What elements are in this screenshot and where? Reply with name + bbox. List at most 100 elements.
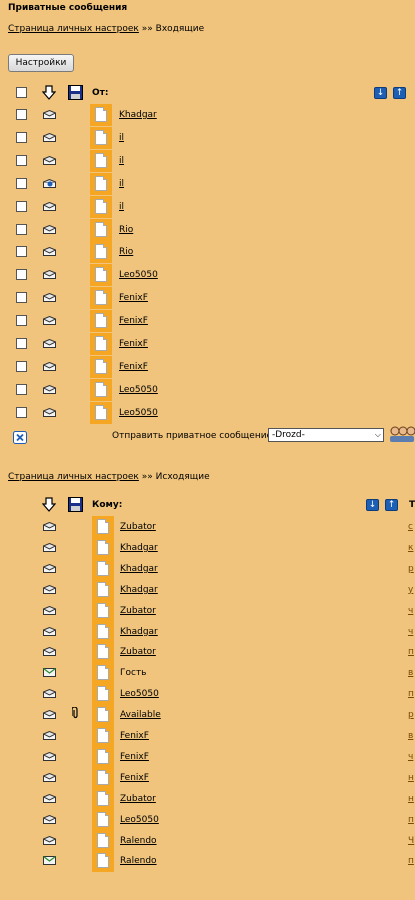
topic-link[interactable]: п xyxy=(408,689,415,699)
topic-link[interactable]: в xyxy=(408,668,415,678)
recipient-link[interactable]: Zubator xyxy=(120,522,156,532)
message-row[interactable]: Leo5050 п xyxy=(0,683,415,706)
download-arrow-icon[interactable] xyxy=(42,85,56,100)
message-row[interactable]: Khadgar xyxy=(0,104,415,126)
message-row[interactable]: il xyxy=(0,126,415,149)
message-row[interactable]: Zubator н xyxy=(0,787,415,810)
sort-desc-button[interactable]: ↓ xyxy=(366,499,379,511)
topic-link[interactable]: н xyxy=(408,794,415,804)
message-row[interactable]: FenixF в xyxy=(0,725,415,747)
message-row[interactable]: Khadgar к xyxy=(0,536,415,559)
message-row[interactable]: Leo5050 xyxy=(0,378,415,401)
message-row[interactable]: Гость в xyxy=(0,662,415,685)
message-row[interactable]: Zubator п xyxy=(0,641,415,664)
topic-link[interactable]: р xyxy=(408,564,415,574)
sort-asc-button[interactable]: ↑ xyxy=(385,499,398,511)
users-group-icon[interactable] xyxy=(389,425,415,443)
breadcrumb-link[interactable]: Страница личных настроек xyxy=(8,24,139,34)
sender-link[interactable]: il xyxy=(119,202,124,212)
topic-link[interactable]: н xyxy=(408,773,415,783)
recipient-link[interactable]: Leo5050 xyxy=(120,689,159,699)
message-row[interactable]: Rio xyxy=(0,241,415,264)
topic-link[interactable]: в xyxy=(408,731,415,741)
topic-link[interactable]: у xyxy=(408,585,415,595)
message-row[interactable]: FenixF xyxy=(0,287,415,310)
topic-link[interactable]: п xyxy=(408,647,415,657)
message-row[interactable]: Khadgar р xyxy=(0,557,415,580)
breadcrumb-link[interactable]: Страница личных настроек xyxy=(8,472,139,482)
message-row[interactable]: FenixF xyxy=(0,333,415,355)
recipient-link[interactable]: Ralendo xyxy=(120,836,157,846)
message-row[interactable]: FenixF xyxy=(0,310,415,333)
recipient-link[interactable]: FenixF xyxy=(120,731,149,741)
sender-link[interactable]: Rio xyxy=(119,225,133,235)
recipient-link[interactable]: Ralendo xyxy=(120,856,157,866)
message-row[interactable]: Leo5050 xyxy=(0,264,415,287)
sender-link[interactable]: FenixF xyxy=(119,339,148,349)
column-header-topic[interactable]: Т xyxy=(409,500,415,510)
message-checkbox[interactable] xyxy=(16,246,27,258)
message-row[interactable]: Leo5050 xyxy=(0,401,415,424)
message-row[interactable]: FenixF xyxy=(0,355,415,378)
sender-link[interactable]: FenixF xyxy=(119,362,148,372)
topic-link[interactable]: п xyxy=(408,856,415,866)
topic-link[interactable]: ч xyxy=(408,627,415,637)
sender-link[interactable]: il xyxy=(119,156,124,166)
message-row[interactable]: Rio xyxy=(0,218,415,241)
topic-link[interactable]: ч xyxy=(408,752,415,762)
message-checkbox[interactable] xyxy=(16,315,27,327)
message-checkbox[interactable] xyxy=(16,383,27,395)
recipient-link[interactable]: Zubator xyxy=(120,647,156,657)
sender-link[interactable]: Leo5050 xyxy=(119,270,158,280)
message-row[interactable]: Khadgar ч xyxy=(0,620,415,643)
message-checkbox[interactable] xyxy=(16,338,27,349)
message-row[interactable]: Khadgar у xyxy=(0,578,415,601)
message-checkbox[interactable] xyxy=(16,223,27,235)
message-checkbox[interactable] xyxy=(16,292,27,304)
message-checkbox[interactable] xyxy=(16,269,27,281)
recipient-link[interactable]: Available xyxy=(120,710,161,720)
message-checkbox[interactable] xyxy=(16,177,27,189)
sender-link[interactable]: il xyxy=(119,133,124,143)
column-header-from[interactable]: От: xyxy=(92,88,108,98)
message-row[interactable]: FenixF ч xyxy=(0,745,415,768)
sender-link[interactable]: Khadgar xyxy=(119,110,157,120)
recipient-link[interactable]: Khadgar xyxy=(120,564,158,574)
sender-link[interactable]: Leo5050 xyxy=(119,408,158,418)
topic-link[interactable]: с xyxy=(408,522,415,532)
sender-link[interactable]: il xyxy=(119,179,124,189)
message-checkbox[interactable] xyxy=(16,109,27,120)
save-floppy-icon[interactable] xyxy=(68,85,83,100)
message-row[interactable]: FenixF н xyxy=(0,766,415,789)
save-floppy-icon[interactable] xyxy=(68,497,83,512)
recipient-link[interactable]: Khadgar xyxy=(120,627,158,637)
recipient-link[interactable]: FenixF xyxy=(120,773,149,783)
sort-asc-button[interactable]: ↑ xyxy=(393,87,406,99)
sender-link[interactable]: FenixF xyxy=(119,316,148,326)
message-row[interactable]: Available р xyxy=(0,704,415,727)
recipient-link[interactable]: Zubator xyxy=(120,606,156,616)
download-arrow-icon[interactable] xyxy=(42,497,56,512)
message-row[interactable]: Leo5050 п xyxy=(0,808,415,831)
delete-x-icon[interactable] xyxy=(13,431,27,444)
topic-link[interactable]: Ч xyxy=(408,836,415,846)
recipient-link[interactable]: Khadgar xyxy=(120,543,158,553)
sender-link[interactable]: Rio xyxy=(119,247,133,257)
message-row[interactable]: Zubator ч xyxy=(0,599,415,622)
message-row[interactable]: il xyxy=(0,195,415,218)
sender-link[interactable]: Leo5050 xyxy=(119,385,158,395)
message-row[interactable]: il xyxy=(0,172,415,195)
message-checkbox[interactable] xyxy=(16,131,27,143)
message-checkbox[interactable] xyxy=(16,360,27,372)
message-checkbox[interactable] xyxy=(16,200,27,212)
select-all-checkbox[interactable] xyxy=(16,87,27,98)
recipient-link[interactable]: Zubator xyxy=(120,794,156,804)
topic-link[interactable]: п xyxy=(408,815,415,825)
recipient-select[interactable]: -Drozd- ⌵ xyxy=(268,428,384,442)
message-row[interactable]: il xyxy=(0,149,415,172)
message-checkbox[interactable] xyxy=(16,406,27,418)
settings-button[interactable]: Настройки xyxy=(8,54,74,72)
topic-link[interactable]: р xyxy=(408,710,415,720)
recipient-link[interactable]: FenixF xyxy=(120,752,149,762)
message-row[interactable]: Ralendo Ч xyxy=(0,829,415,852)
